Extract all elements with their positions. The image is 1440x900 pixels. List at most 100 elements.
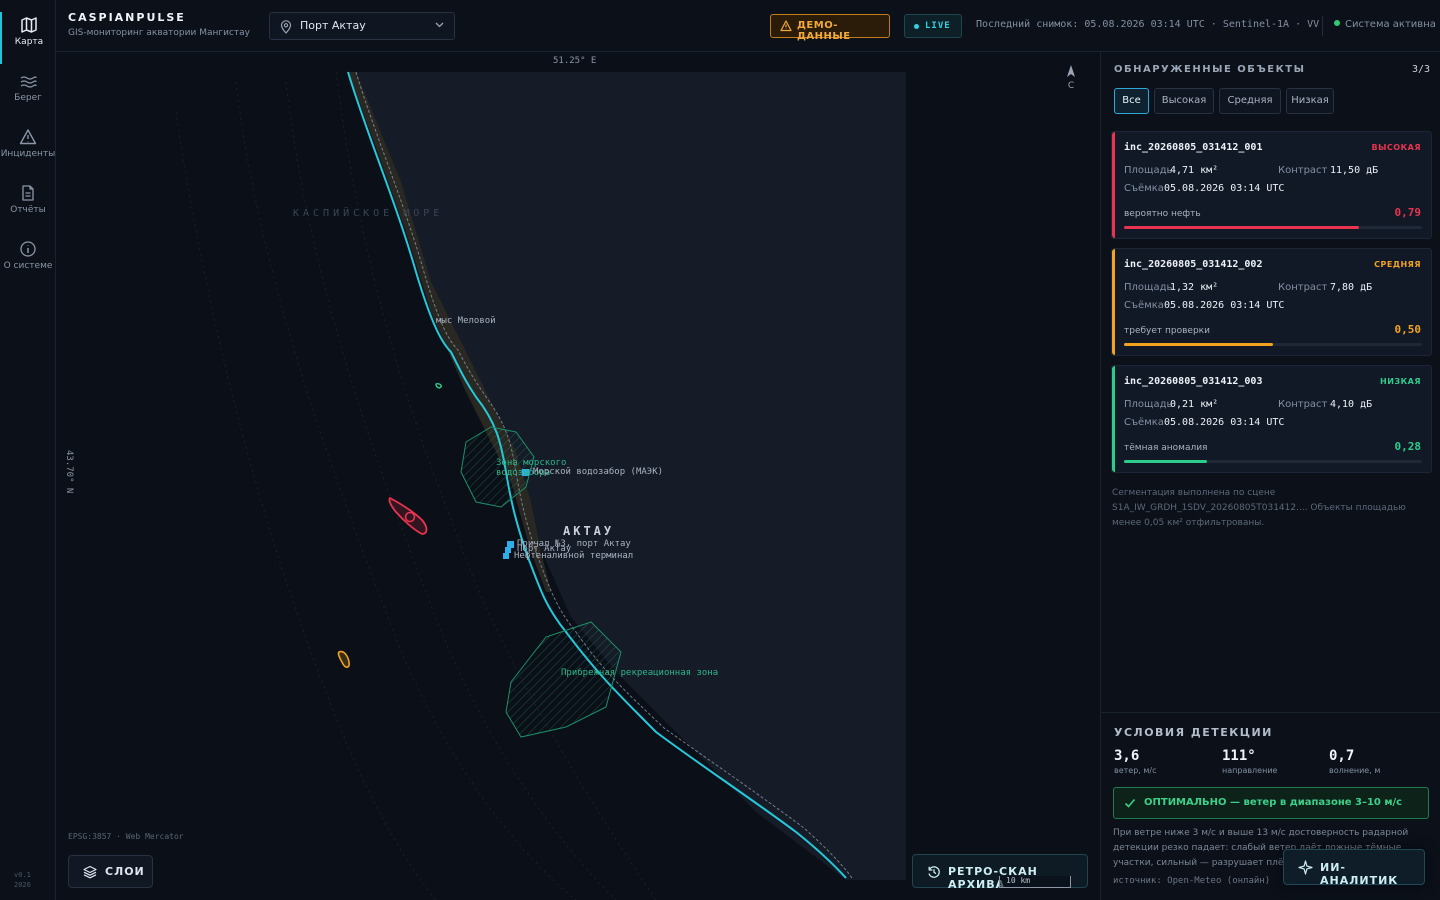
contrast-value: 7,80 дБ	[1330, 282, 1373, 293]
area-value: 1,32 км²	[1170, 282, 1219, 293]
version-label: v0.1 2026	[14, 871, 31, 889]
contrast-value: 11,50 дБ	[1330, 165, 1379, 176]
incident-card[interactable]: inc_20260805_031412_002 СРЕДНЯЯ Площадь …	[1111, 248, 1432, 356]
location-value: Порт Актау	[300, 19, 366, 32]
contrast-label: Контраст	[1278, 282, 1328, 293]
waves-icon	[20, 76, 37, 88]
contrast-value: 4,10 дБ	[1330, 399, 1373, 410]
data-source: источник: Open-Meteo (онлайн)	[1113, 876, 1271, 886]
severity-badge: СРЕДНЯЯ	[1374, 260, 1421, 269]
time-label: Съёмка	[1124, 300, 1164, 311]
rail-item-about[interactable]: О системе	[0, 236, 56, 288]
rail-item-incidents[interactable]: Инциденты	[0, 124, 56, 176]
score-fill	[1124, 460, 1208, 463]
severity-badge: НИЗКАЯ	[1380, 377, 1421, 386]
rail-item-map[interactable]: Карта	[0, 12, 56, 64]
detection-conditions: УСЛОВИЯ ДЕТЕКЦИИ 3,6 ветер, м/с 111° нап…	[1101, 712, 1440, 900]
filter-medium[interactable]: Средняя	[1219, 88, 1281, 114]
scale-bar: 10 km	[999, 876, 1071, 888]
filter-all[interactable]: Все	[1114, 88, 1149, 114]
score-value: 0,28	[1394, 440, 1422, 453]
demo-data-badge: ДЕМО-ДАННЫЕ	[770, 14, 890, 42]
time-value: 05.08.2026 03:14 UTC	[1164, 417, 1285, 428]
wind-label: ветер, м/с	[1114, 766, 1157, 775]
warning-icon	[19, 129, 37, 145]
score-fill	[1124, 226, 1360, 229]
sparkle-icon	[1298, 860, 1313, 875]
conditions-status: ОПТИМАЛЬНО — ветер в диапазоне 3–10 м/с	[1113, 787, 1429, 819]
rail-item-label: Отчёты	[10, 205, 46, 215]
poi-port-marker[interactable]	[505, 547, 511, 553]
app-title: CASPIANPULSE	[68, 11, 186, 24]
incident-card[interactable]: inc_20260805_031412_003 НИЗКАЯ Площадь 0…	[1111, 365, 1432, 473]
last-snapshot-info: Последний снимок: 05.08.2026 03:14 UTC ·…	[976, 19, 1320, 30]
system-status: Система активна	[1334, 19, 1436, 30]
segmentation-note: Сегментация выполнена по сцене S1A_IW_GR…	[1112, 488, 1406, 528]
contrast-label: Контраст	[1278, 399, 1328, 410]
document-icon	[22, 185, 34, 201]
waves-label: волнение, м	[1329, 766, 1381, 775]
live-dot	[914, 24, 919, 29]
incident-id: inc_20260805_031412_002	[1124, 259, 1263, 270]
zone-label-recreation: Прибрежная рекреационная зона	[561, 668, 719, 678]
waves-metric: 0,7 волнение, м	[1329, 748, 1380, 775]
incident-id: inc_20260805_031412_001	[1124, 142, 1263, 153]
incident-id: inc_20260805_031412_003	[1124, 376, 1263, 387]
live-badge: LIVE	[904, 14, 962, 38]
time-label: Съёмка	[1124, 417, 1164, 428]
area-value: 0,21 км²	[1170, 399, 1219, 410]
divider	[1322, 16, 1323, 36]
rail-item-label: Берег	[14, 93, 42, 103]
classification: тёмная аномалия	[1124, 443, 1208, 453]
north-arrow-icon	[1067, 65, 1075, 77]
score-value: 0,79	[1394, 206, 1422, 219]
zone-recreation[interactable]	[505, 621, 622, 738]
direction-metric: 111° направление	[1222, 748, 1277, 775]
layers-button[interactable]: СЛОИ	[68, 855, 153, 888]
wind-metric: 3,6 ветер, м/с	[1114, 748, 1157, 775]
incident-card[interactable]: inc_20260805_031412_001 ВЫСОКАЯ Площадь …	[1111, 131, 1432, 239]
top-bar: CASPIANPULSE GIS-мониторинг акватории Ма…	[56, 0, 1440, 52]
rail-item-reports[interactable]: Отчёты	[0, 180, 56, 232]
poi-berth-marker[interactable]	[507, 541, 514, 548]
rail-item-coast[interactable]: Берег	[0, 68, 56, 120]
north-arrow[interactable]: С	[1066, 64, 1076, 91]
poi-terminal-marker[interactable]	[503, 553, 509, 559]
area-label: Площадь	[1124, 399, 1173, 410]
poi-label-terminal: Нефтеналивной терминал	[514, 551, 634, 561]
rail-item-label: Инциденты	[0, 149, 56, 159]
severity-bar	[1112, 132, 1115, 238]
status-dot	[1334, 20, 1340, 26]
direction-label: направление	[1222, 766, 1278, 775]
check-icon	[1124, 798, 1136, 808]
app-subtitle: GIS-мониторинг акватории Мангистау	[68, 28, 250, 38]
history-icon	[928, 866, 940, 878]
nav-rail: Карта Берег Инциденты Отчёты О системе v…	[0, 0, 56, 900]
map-icon	[21, 17, 37, 33]
chevron-down-icon	[435, 22, 444, 28]
cape-label: мыс Меловой	[436, 316, 496, 326]
map-view[interactable]: 51.25° E 43.70° N С КАСПИЙСКОЕ МОРЕ мыс …	[56, 52, 1100, 900]
pin-icon	[280, 20, 292, 34]
detections-panel: ОБНАРУЖЕННЫЕ ОБЪЕКТЫ 3/3 Все Высокая Сре…	[1100, 52, 1440, 900]
filter-low[interactable]: Низкая	[1286, 88, 1334, 114]
area-value: 4,71 км²	[1170, 165, 1219, 176]
severity-bar	[1112, 366, 1115, 472]
poi-label-water-intake: Морской водозабор (МАЭК)	[533, 467, 664, 477]
longitude-label: 51.25° E	[553, 56, 597, 66]
ai-analyst-button[interactable]: ИИ-АНАЛИТИК	[1283, 849, 1425, 887]
projection-label: EPSG:3857 · Web Mercator	[68, 832, 184, 841]
incident-high[interactable]	[388, 496, 428, 535]
severity-badge: ВЫСОКАЯ	[1371, 143, 1421, 152]
classification: вероятно нефть	[1124, 209, 1201, 219]
score-value: 0,50	[1394, 323, 1422, 336]
incident-low[interactable]	[435, 383, 442, 389]
latitude-label: 43.70° N	[64, 450, 74, 494]
time-label: Съёмка	[1124, 183, 1164, 194]
location-select[interactable]: Порт Актау	[269, 12, 455, 40]
time-value: 05.08.2026 03:14 UTC	[1164, 300, 1285, 311]
incident-medium[interactable]	[337, 650, 350, 668]
panel-title: ОБНАРУЖЕННЫЕ ОБЪЕКТЫ	[1114, 64, 1306, 75]
conditions-title: УСЛОВИЯ ДЕТЕКЦИИ	[1114, 726, 1273, 739]
filter-high[interactable]: Высокая	[1154, 88, 1214, 114]
